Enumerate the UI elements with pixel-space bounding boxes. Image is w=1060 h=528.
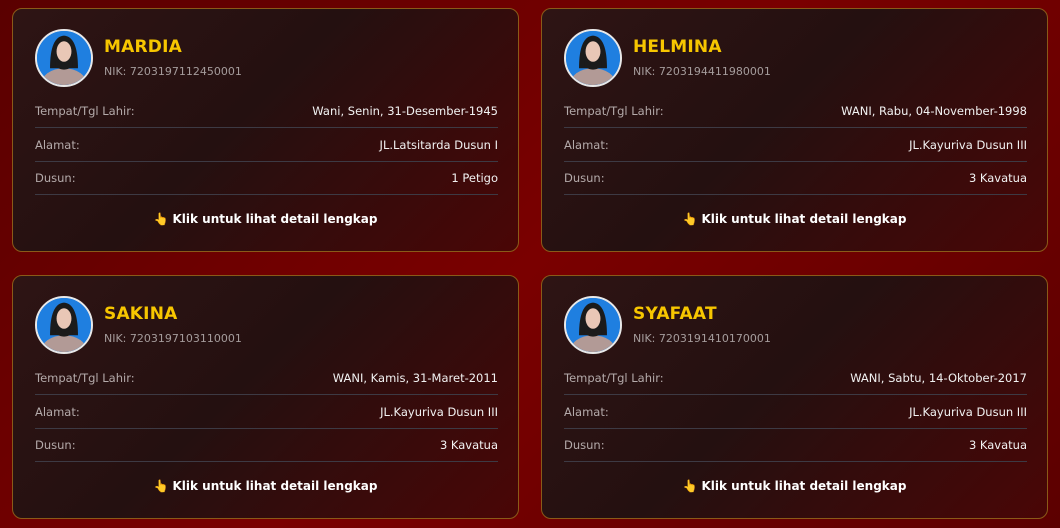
detail-link-label: Klik untuk lihat detail lengkap (701, 212, 907, 226)
hamlet-value: 3 Kavatua (968, 437, 1027, 452)
female-hijab-avatar-icon (564, 29, 622, 87)
birth-row: Tempat/Tgl Lahir: Wani, Senin, 31-Desemb… (35, 94, 498, 128)
address-label: Alamat: (564, 137, 609, 152)
birth-value: Wani, Senin, 31-Desember-1945 (312, 103, 498, 118)
hamlet-row: Dusun: 3 Kavatua (564, 161, 1027, 195)
address-row: Alamat: JL.Kayuriva Dusun III (35, 395, 498, 429)
address-row: Alamat: JL.Kayuriva Dusun III (564, 395, 1027, 429)
resident-card[interactable]: HELMINA NIK: 7203194411980001 Tempat/Tgl… (541, 8, 1048, 252)
detail-link-label: Klik untuk lihat detail lengkap (701, 479, 907, 493)
birth-label: Tempat/Tgl Lahir: (564, 103, 664, 118)
address-value: JL.Kayuriva Dusun III (909, 137, 1027, 152)
female-hijab-avatar-icon (564, 296, 622, 354)
address-row: Alamat: JL.Kayuriva Dusun III (564, 128, 1027, 162)
resident-nik: NIK: 7203197103110001 (104, 332, 242, 345)
pointing-hand-icon: 👆 (682, 212, 698, 226)
hamlet-label: Dusun: (564, 437, 605, 452)
birth-value: WANI, Kamis, 31-Maret-2011 (332, 370, 498, 385)
resident-card[interactable]: SYAFAAT NIK: 7203191410170001 Tempat/Tgl… (541, 275, 1048, 519)
resident-name: HELMINA (633, 37, 722, 57)
female-hijab-avatar-icon (35, 296, 93, 354)
resident-card-grid: MARDIA NIK: 7203197112450001 Tempat/Tgl … (0, 0, 1060, 528)
birth-row: Tempat/Tgl Lahir: WANI, Kamis, 31-Maret-… (35, 361, 498, 395)
hamlet-label: Dusun: (564, 170, 605, 185)
hamlet-label: Dusun: (35, 170, 76, 185)
detail-link-label: Klik untuk lihat detail lengkap (172, 212, 378, 226)
resident-nik: NIK: 7203194411980001 (633, 65, 771, 78)
address-label: Alamat: (35, 404, 80, 419)
female-hijab-avatar-icon (35, 29, 93, 87)
hamlet-value: 3 Kavatua (968, 170, 1027, 185)
pointing-hand-icon: 👆 (153, 479, 169, 493)
birth-label: Tempat/Tgl Lahir: (564, 370, 664, 385)
pointing-hand-icon: 👆 (153, 212, 169, 226)
address-row: Alamat: JL.Latsitarda Dusun I (35, 128, 498, 162)
resident-name: MARDIA (104, 37, 182, 57)
hamlet-value: 1 Petigo (451, 170, 498, 185)
detail-link[interactable]: 👆 Klik untuk lihat detail lengkap (542, 212, 1047, 226)
pointing-hand-icon: 👆 (682, 479, 698, 493)
birth-label: Tempat/Tgl Lahir: (35, 103, 135, 118)
address-label: Alamat: (564, 404, 609, 419)
resident-nik: NIK: 7203197112450001 (104, 65, 242, 78)
birth-row: Tempat/Tgl Lahir: WANI, Rabu, 04-Novembe… (564, 94, 1027, 128)
hamlet-row: Dusun: 3 Kavatua (564, 428, 1027, 462)
address-value: JL.Latsitarda Dusun I (379, 137, 498, 152)
resident-nik: NIK: 7203191410170001 (633, 332, 771, 345)
detail-link-label: Klik untuk lihat detail lengkap (172, 479, 378, 493)
address-label: Alamat: (35, 137, 80, 152)
birth-value: WANI, Rabu, 04-November-1998 (841, 103, 1027, 118)
hamlet-row: Dusun: 3 Kavatua (35, 428, 498, 462)
detail-link[interactable]: 👆 Klik untuk lihat detail lengkap (542, 479, 1047, 493)
birth-row: Tempat/Tgl Lahir: WANI, Sabtu, 14-Oktobe… (564, 361, 1027, 395)
resident-name: SYAFAAT (633, 304, 717, 324)
birth-value: WANI, Sabtu, 14-Oktober-2017 (850, 370, 1027, 385)
resident-card[interactable]: MARDIA NIK: 7203197112450001 Tempat/Tgl … (12, 8, 519, 252)
hamlet-value: 3 Kavatua (439, 437, 498, 452)
resident-card[interactable]: SAKINA NIK: 7203197103110001 Tempat/Tgl … (12, 275, 519, 519)
address-value: JL.Kayuriva Dusun III (380, 404, 498, 419)
hamlet-row: Dusun: 1 Petigo (35, 161, 498, 195)
hamlet-label: Dusun: (35, 437, 76, 452)
detail-link[interactable]: 👆 Klik untuk lihat detail lengkap (13, 479, 518, 493)
birth-label: Tempat/Tgl Lahir: (35, 370, 135, 385)
resident-name: SAKINA (104, 304, 178, 324)
detail-link[interactable]: 👆 Klik untuk lihat detail lengkap (13, 212, 518, 226)
address-value: JL.Kayuriva Dusun III (909, 404, 1027, 419)
